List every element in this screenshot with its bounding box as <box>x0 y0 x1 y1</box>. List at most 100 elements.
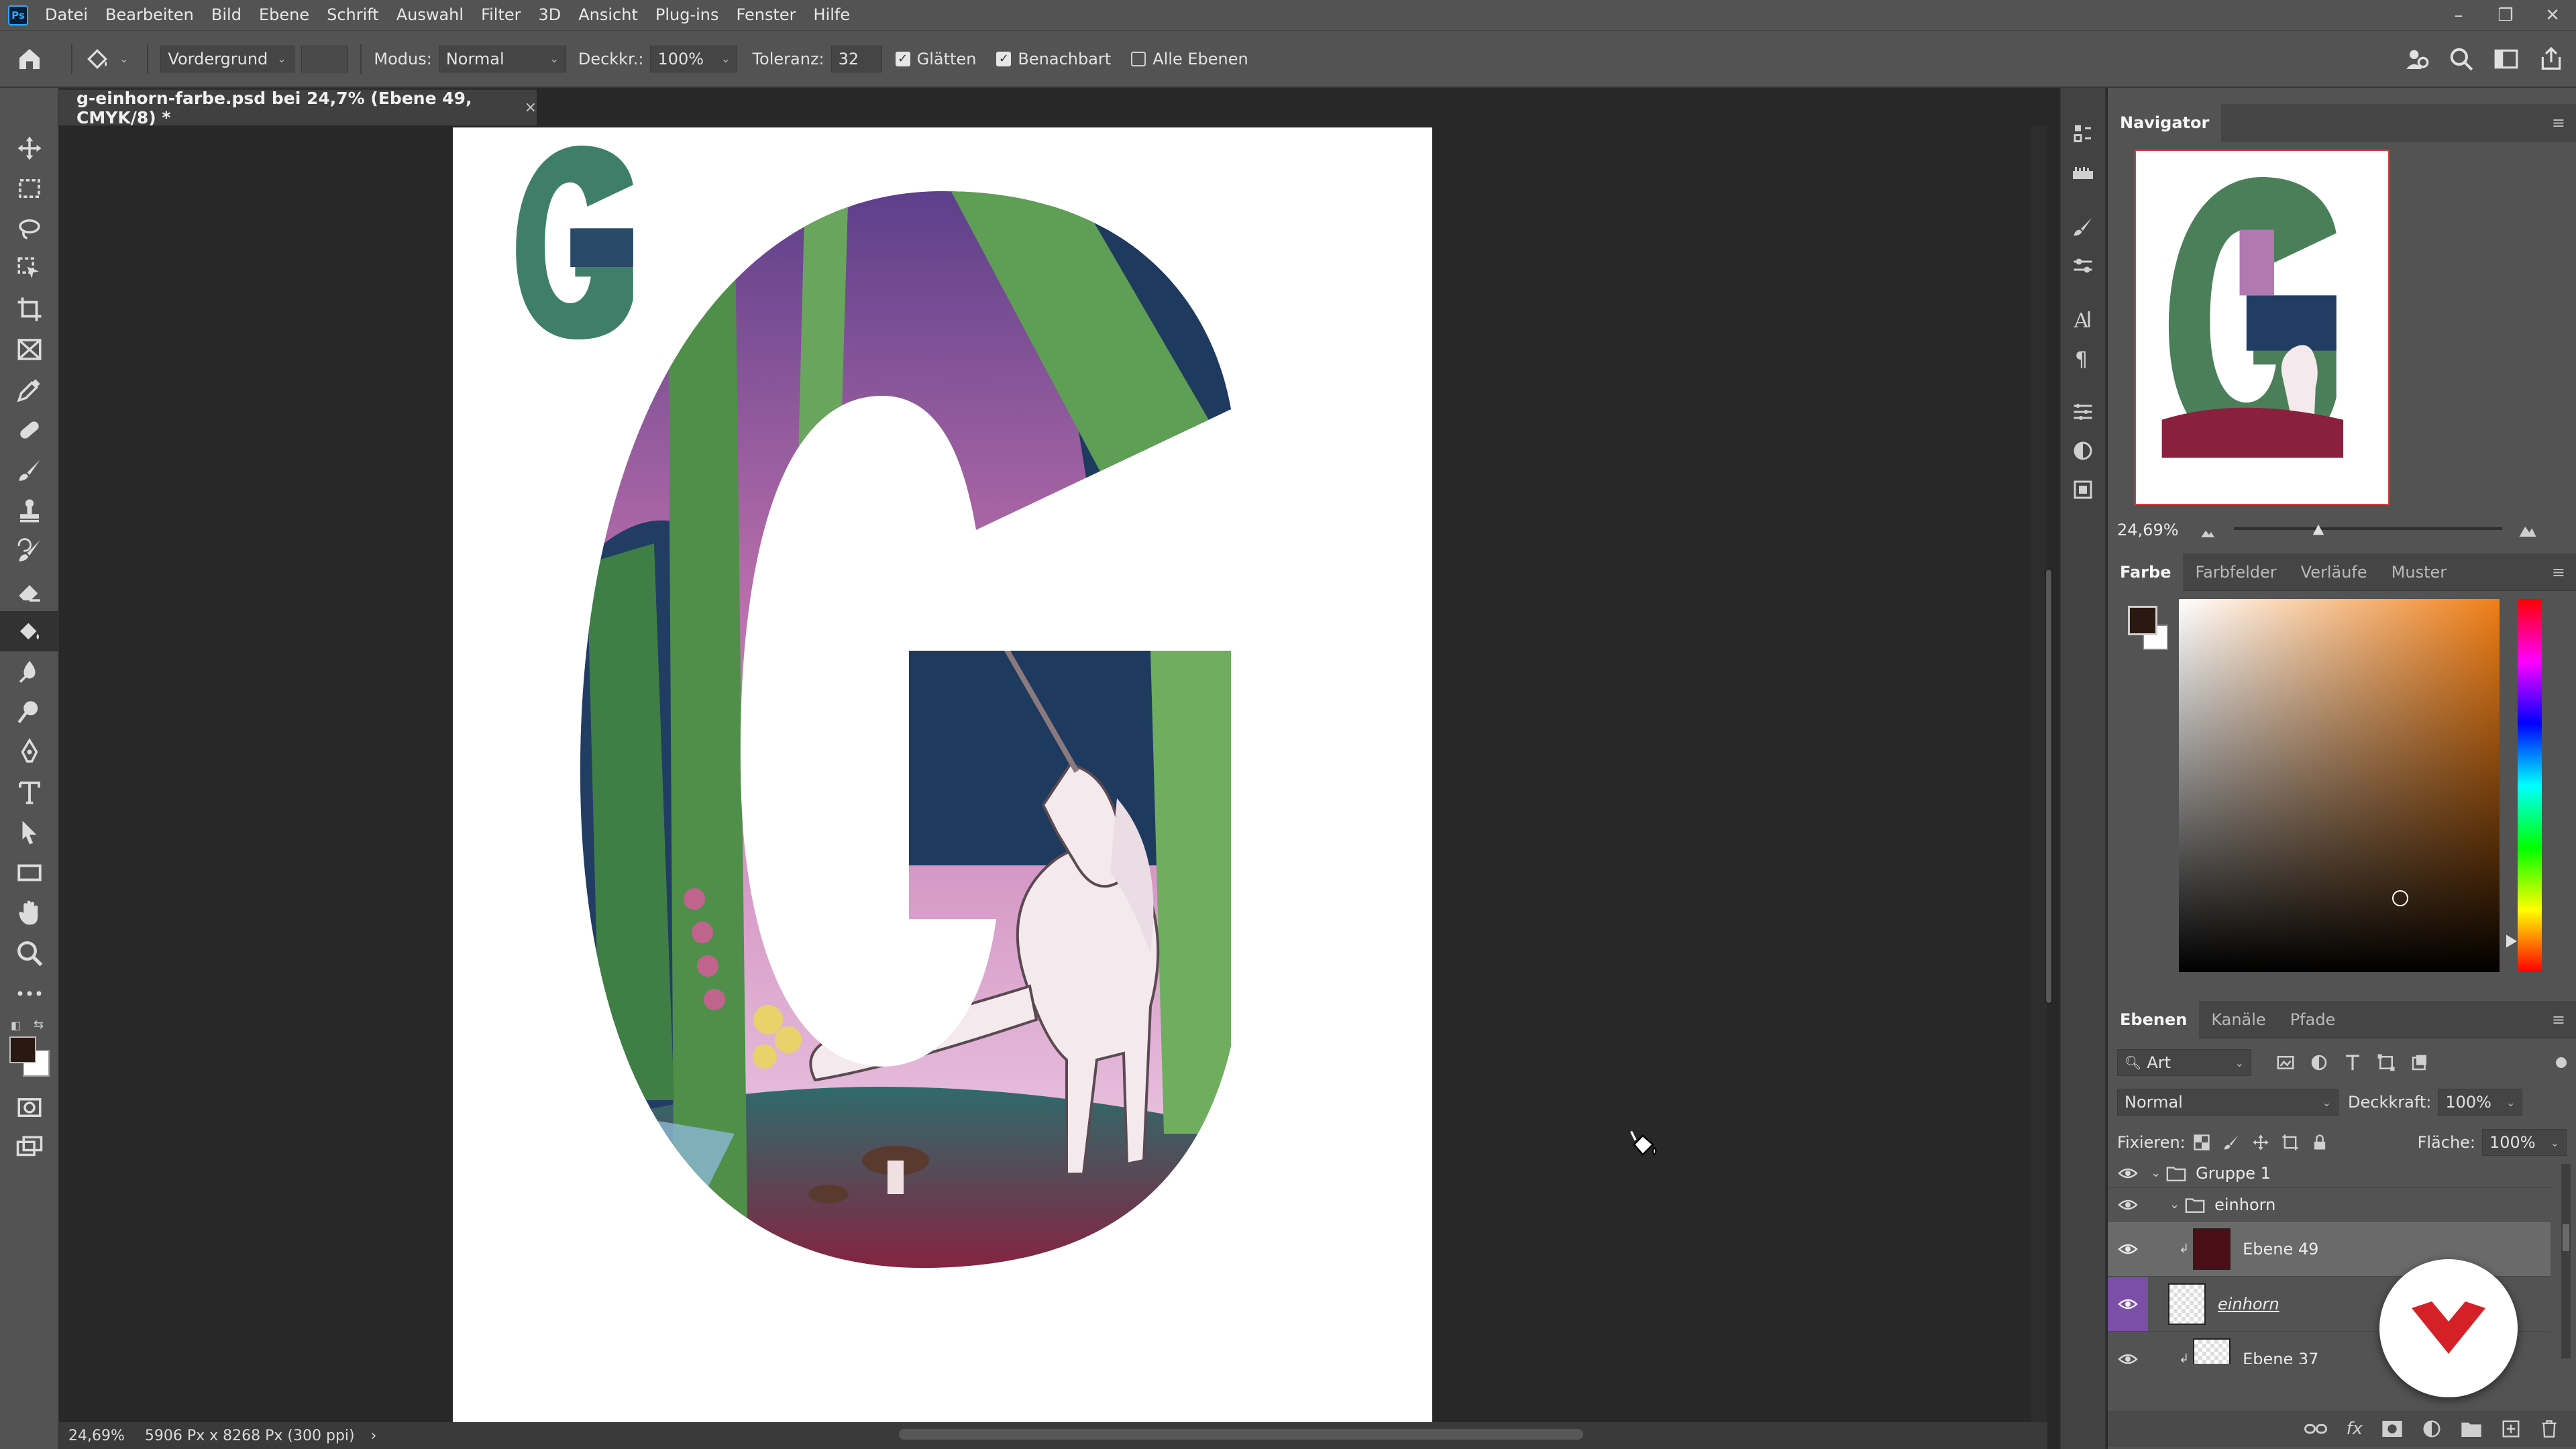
artboard[interactable] <box>453 127 1432 1422</box>
status-expand-arrow[interactable]: › <box>371 1428 377 1444</box>
menu-plugins[interactable]: Plug-ins <box>647 0 728 30</box>
measure-panel-button[interactable] <box>2061 154 2105 193</box>
blur-tool[interactable] <box>0 651 59 692</box>
visibility-eye-icon[interactable] <box>2108 1277 2148 1331</box>
vertical-scrollbar[interactable] <box>2031 125 2053 1422</box>
healing-brush-tool[interactable] <box>0 410 59 450</box>
home-button[interactable] <box>0 46 59 72</box>
tab-muster[interactable]: Muster <box>2379 553 2459 591</box>
document-tab[interactable]: g-einhorn-farbe.psd bei 24,7% (Ebene 49,… <box>59 88 537 127</box>
lock-artboard-icon[interactable] <box>2281 1133 2300 1152</box>
tab-navigator[interactable]: Navigator <box>2108 103 2222 142</box>
move-tool[interactable] <box>0 128 59 168</box>
fill-input[interactable]: 100% ⌄ <box>2482 1129 2567 1156</box>
fx-icon[interactable]: fx <box>2346 1419 2363 1439</box>
chevron-down-icon[interactable]: ⌄ <box>2169 1197 2180 1212</box>
eraser-tool[interactable] <box>0 571 59 611</box>
new-layer-icon[interactable] <box>2501 1419 2521 1439</box>
antialias-checkbox[interactable]: ✓ Glätten <box>895 50 983 68</box>
color-picker-field[interactable] <box>2179 599 2500 972</box>
blend-mode-select[interactable]: Normal ⌄ <box>2117 1089 2339 1116</box>
adjustment-layer-icon[interactable] <box>2422 1419 2442 1439</box>
panel-menu-icon[interactable]: ≡ <box>2552 113 2565 132</box>
menu-datei[interactable]: Datei <box>36 0 97 30</box>
eyedropper-tool[interactable] <box>0 370 59 410</box>
visibility-eye-icon[interactable] <box>2108 1197 2148 1212</box>
hand-tool[interactable] <box>0 893 59 933</box>
libraries-button[interactable] <box>2061 470 2105 509</box>
close-tab-button[interactable]: × <box>525 99 537 116</box>
delete-layer-icon[interactable] <box>2540 1419 2559 1439</box>
foreground-color-chip[interactable] <box>2128 606 2157 635</box>
menu-3d[interactable]: 3D <box>530 0 570 30</box>
adjustment-filter-icon[interactable] <box>2309 1053 2329 1073</box>
close-window-button[interactable]: ✕ <box>2529 5 2576 25</box>
tab-farbe[interactable]: Farbe <box>2108 553 2184 591</box>
more-tools[interactable] <box>0 973 59 1014</box>
screen-mode-button[interactable] <box>0 1128 59 1168</box>
clone-stamp-tool[interactable] <box>0 490 59 531</box>
status-zoom[interactable]: 24,69% <box>68 1428 125 1444</box>
type-filter-icon[interactable] <box>2343 1053 2363 1073</box>
new-group-icon[interactable] <box>2461 1419 2482 1438</box>
rectangle-tool[interactable] <box>0 853 59 893</box>
fill-source-select[interactable]: Vordergrund ⌄ <box>160 45 295 72</box>
search-icon[interactable] <box>2449 46 2474 72</box>
menu-fenster[interactable]: Fenster <box>728 0 805 30</box>
quick-mask-button[interactable] <box>0 1087 59 1128</box>
contiguous-checkbox[interactable]: ✓ Benachbart <box>996 50 1118 68</box>
menu-bild[interactable]: Bild <box>203 0 250 30</box>
navigator-zoom-value[interactable]: 24,69% <box>2117 521 2179 539</box>
dodge-tool[interactable] <box>0 692 59 732</box>
menu-hilfe[interactable]: Hilfe <box>805 0 859 30</box>
lasso-tool[interactable] <box>0 209 59 249</box>
tolerance-input[interactable]: 32 <box>830 45 882 72</box>
pixel-layer-filter-icon[interactable] <box>2275 1053 2296 1073</box>
layer-kind-filter[interactable]: 🔍︎ Art ⌄ <box>2117 1049 2251 1076</box>
lock-all-icon[interactable] <box>2310 1133 2329 1152</box>
restore-button[interactable]: ❐ <box>2482 5 2529 25</box>
history-panel-button[interactable] <box>2061 115 2105 154</box>
visibility-eye-icon[interactable] <box>2108 1352 2148 1364</box>
all-layers-checkbox[interactable]: Alle Ebenen <box>1131 50 1255 68</box>
type-tool[interactable] <box>0 772 59 812</box>
default-colors-icon[interactable]: ◧ <box>11 1019 21 1032</box>
tab-ebenen[interactable]: Ebenen <box>2108 1000 2200 1038</box>
workspace-icon[interactable] <box>2493 46 2520 72</box>
filter-toggle-icon[interactable] <box>2556 1057 2567 1068</box>
path-selection-tool[interactable] <box>0 812 59 853</box>
layer-opacity-input[interactable]: 100% ⌄ <box>2438 1089 2523 1116</box>
properties-panel-button[interactable] <box>2061 392 2105 431</box>
menu-ebene[interactable]: Ebene <box>250 0 318 30</box>
mode-select[interactable]: Normal ⌄ <box>438 45 566 72</box>
link-layers-icon[interactable] <box>2304 1420 2328 1438</box>
lock-pixels-icon[interactable] <box>2222 1133 2241 1152</box>
share-user-icon[interactable] <box>2403 46 2430 72</box>
smart-object-filter-icon[interactable] <box>2410 1053 2430 1073</box>
share-export-icon[interactable] <box>2538 46 2564 72</box>
menu-ansicht[interactable]: Ansicht <box>570 0 647 30</box>
shape-filter-icon[interactable] <box>2376 1053 2396 1073</box>
foreground-color-swatch[interactable] <box>9 1036 36 1063</box>
minimize-button[interactable]: – <box>2435 5 2482 25</box>
character-panel-button[interactable]: A <box>2061 300 2105 339</box>
lock-transparency-icon[interactable] <box>2192 1133 2211 1152</box>
hue-slider-handle-icon[interactable] <box>2506 934 2517 948</box>
layers-scrollbar[interactable] <box>2561 1164 2571 1358</box>
navigator-zoom-slider[interactable] <box>2234 527 2502 530</box>
paragraph-panel-button[interactable]: ¶ <box>2061 339 2105 378</box>
tab-pfade[interactable]: Pfade <box>2278 1001 2348 1038</box>
hue-slider[interactable] <box>2518 599 2542 972</box>
layer-row[interactable]: ⌄ einhorn <box>2108 1188 2551 1222</box>
horizontal-scrollbar-thumb[interactable] <box>899 1429 1583 1440</box>
menu-bearbeiten[interactable]: Bearbeiten <box>97 0 203 30</box>
pen-tool[interactable] <box>0 732 59 772</box>
color-picker-marker[interactable] <box>2392 890 2408 906</box>
visibility-eye-icon[interactable] <box>2108 1242 2148 1256</box>
layer-mask-icon[interactable] <box>2381 1419 2403 1438</box>
zoom-out-mountain-icon[interactable] <box>2198 524 2218 540</box>
zoom-in-mountain-icon[interactable] <box>2514 520 2541 540</box>
tab-farbfelder[interactable]: Farbfelder <box>2183 553 2288 591</box>
layers-scrollbar-thumb[interactable] <box>2563 1224 2569 1251</box>
adjustment-layers-button[interactable] <box>2061 431 2105 470</box>
